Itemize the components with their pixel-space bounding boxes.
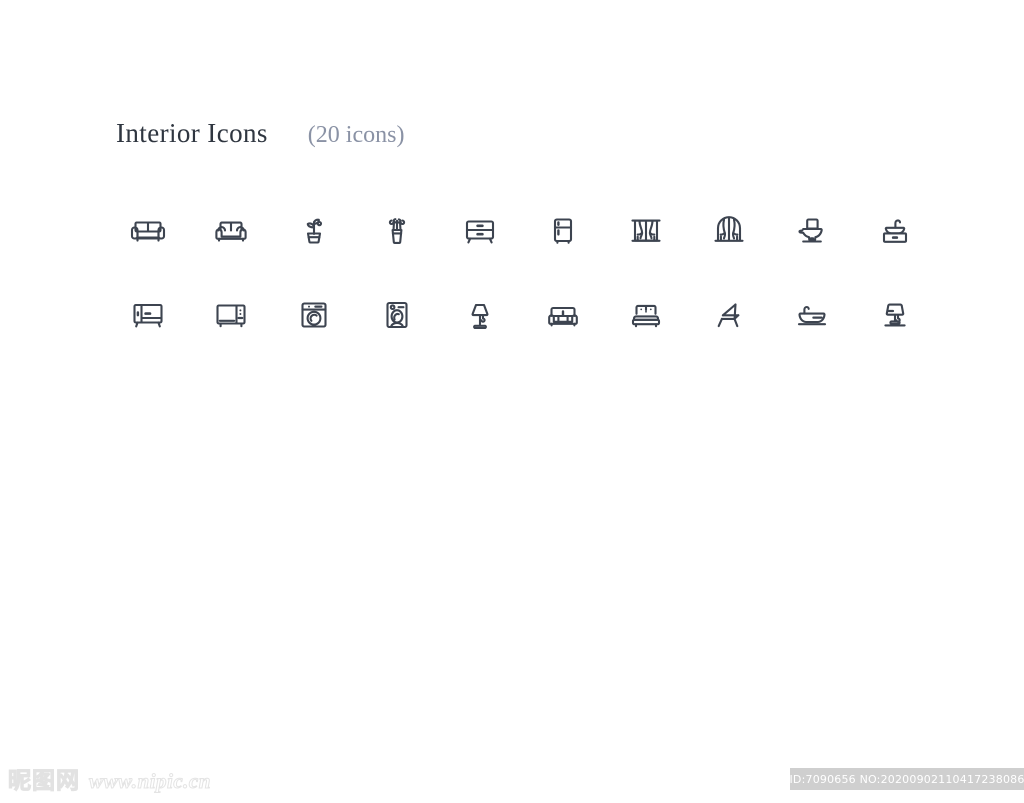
page-root: Interior Icons (20 icons) 昵图网 www.nipic.…: [0, 0, 1024, 803]
asset-id-text: ID:7090656 NO:20200902110417238086: [789, 772, 1024, 786]
icon-row: [106, 201, 936, 285]
tv-cabinet-icon: [132, 303, 163, 328]
icon-cell-dryer[interactable]: [355, 285, 438, 345]
table-lamp-icon: [883, 303, 906, 327]
icon-cell-armchair-sofa[interactable]: [521, 285, 604, 345]
sofa-square-arms-icon: [130, 221, 165, 242]
potted-plant-icon: [306, 218, 322, 244]
bathtub-icon: [797, 305, 826, 326]
double-bed-icon: [631, 304, 660, 328]
icon-cell-double-bed[interactable]: [604, 285, 687, 345]
icon-cell-potted-plant[interactable]: [272, 201, 355, 261]
icon-cell-sofa-rounded-arms[interactable]: [189, 201, 272, 261]
icon-cell-washing-machine[interactable]: [272, 285, 355, 345]
asset-id-bar: ID:7090656 NO:20200902110417238086: [789, 768, 1024, 790]
site-watermark: 昵图网 www.nipic.cn: [8, 766, 211, 796]
refrigerator-icon: [553, 218, 572, 244]
washing-machine-icon: [300, 302, 327, 328]
icon-cell-table-lamp[interactable]: [853, 285, 936, 345]
site-watermark-url: www.nipic.cn: [89, 768, 211, 793]
icon-cell-window-curtains[interactable]: [604, 201, 687, 261]
microwave-icon: [215, 304, 246, 328]
dresser-icon: [465, 220, 494, 244]
icon-cell-bathtub[interactable]: [770, 285, 853, 345]
sink-vanity-icon: [882, 219, 907, 243]
armchair-sofa-icon: [547, 306, 578, 327]
icon-cell-microwave[interactable]: [189, 285, 272, 345]
icon-cell-tv-cabinet[interactable]: [106, 285, 189, 345]
icon-cell-toilet[interactable]: [770, 201, 853, 261]
page-header: Interior Icons (20 icons): [116, 118, 404, 149]
icon-cell-dresser[interactable]: [438, 201, 521, 261]
icon-cell-flower-vase[interactable]: [355, 201, 438, 261]
floor-lamp-icon: [471, 303, 488, 330]
toilet-icon: [797, 218, 823, 243]
icon-cell-arched-window[interactable]: [687, 201, 770, 261]
icon-cell-refrigerator[interactable]: [521, 201, 604, 261]
icon-row: [106, 285, 936, 369]
sofa-rounded-arms-icon: [214, 221, 247, 242]
window-curtains-icon: [630, 219, 661, 242]
site-watermark-cn: 昵图网: [8, 767, 80, 794]
dryer-icon: [385, 301, 408, 329]
icon-cell-sink-vanity[interactable]: [853, 201, 936, 261]
icon-cell-folding-chair[interactable]: [687, 285, 770, 345]
icon-count-label: (20 icons): [307, 122, 405, 148]
folding-chair-icon: [717, 303, 739, 328]
icon-cell-floor-lamp[interactable]: [438, 285, 521, 345]
icon-grid: [106, 201, 936, 369]
arched-window-icon: [713, 216, 744, 242]
page-title: Interior Icons: [116, 118, 268, 148]
icon-cell-sofa-square-arms[interactable]: [106, 201, 189, 261]
flower-vase-icon: [388, 218, 405, 244]
